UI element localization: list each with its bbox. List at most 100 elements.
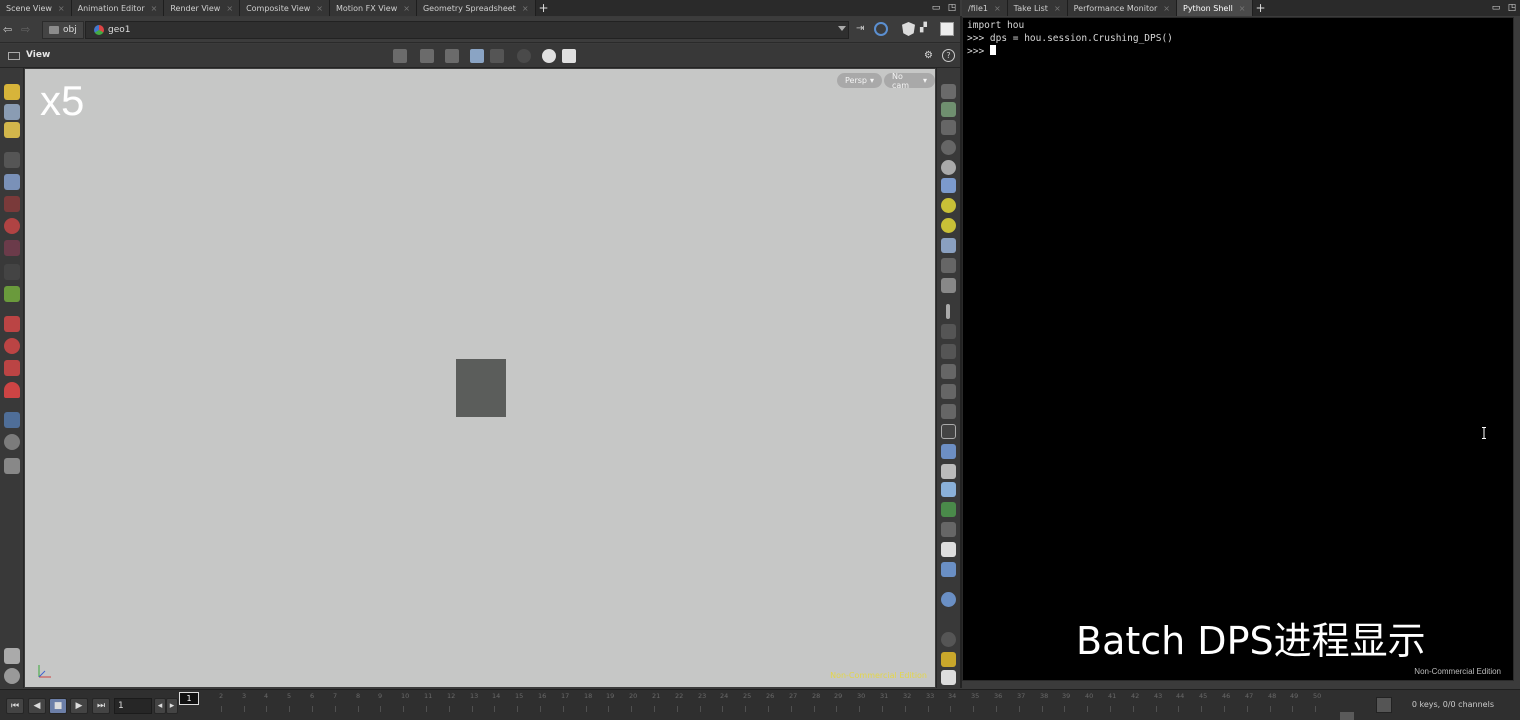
add-tab-icon[interactable]: +: [1253, 0, 1269, 16]
python-shell-console[interactable]: import hou >>> dps = hou.session.Crushin…: [962, 17, 1514, 681]
tab-render-view[interactable]: Render View ×: [164, 0, 241, 16]
help-icon[interactable]: ?: [942, 49, 955, 62]
snap-point-icon[interactable]: [4, 360, 20, 376]
orbit-icon[interactable]: [4, 412, 20, 428]
light-bulb-icon[interactable]: [941, 198, 956, 213]
breadcrumb-geo[interactable]: geo1: [88, 21, 136, 39]
breadcrumb-obj[interactable]: obj: [42, 21, 84, 39]
snapshot-icon[interactable]: [562, 49, 576, 63]
scene-viewport[interactable]: x5 Persp ▾ No cam ▾ Non-Commercial Edition: [25, 69, 935, 687]
camera-menu[interactable]: No cam ▾: [884, 72, 935, 90]
forward-arrow-icon[interactable]: ⇨: [21, 23, 30, 36]
pane-menu-icon[interactable]: ▭: [1488, 0, 1504, 16]
step-forward-icon[interactable]: ▸: [166, 698, 178, 714]
frame-icon[interactable]: [941, 424, 956, 439]
record-icon[interactable]: [517, 49, 531, 63]
split-pane-icon[interactable]: ▞: [920, 23, 927, 33]
lock-icon[interactable]: [941, 120, 956, 135]
pin-icon[interactable]: [941, 140, 956, 155]
chevron-down-icon[interactable]: [838, 26, 846, 31]
close-icon[interactable]: ×: [151, 4, 158, 13]
link-icon[interactable]: [874, 22, 888, 36]
pane-maximize-icon[interactable]: ◳: [1504, 0, 1520, 16]
pin-icon[interactable]: ⇥: [856, 23, 864, 34]
background-icon[interactable]: [941, 562, 956, 577]
close-icon[interactable]: ×: [58, 4, 65, 13]
transform-mode-icon[interactable]: [420, 49, 434, 63]
tab-take-list[interactable]: Take List ×: [1007, 0, 1068, 16]
light-bulb-icon[interactable]: [941, 218, 956, 233]
draw-tool-icon[interactable]: [4, 286, 20, 302]
ghost-icon[interactable]: [941, 102, 956, 117]
snap-prim-icon[interactable]: [4, 338, 20, 354]
select-tool-icon[interactable]: [4, 152, 20, 168]
grid-icon[interactable]: [941, 444, 956, 459]
layout-grid-icon[interactable]: [941, 652, 956, 667]
pan-handle[interactable]: [1340, 712, 1354, 720]
visibility-icon[interactable]: [4, 648, 20, 664]
jump-start-icon[interactable]: ⏮: [6, 698, 24, 714]
handle-tool-icon[interactable]: [4, 84, 20, 100]
back-arrow-icon[interactable]: ⇦: [3, 23, 12, 36]
timeline-ruler[interactable]: 2 3 4 5 6 7 8 9 10 11 12 13 14 15 16 17 18 19 20 21 22 23 24 25…: [180, 692, 1321, 720]
checker-icon[interactable]: [941, 464, 956, 479]
headlight-icon[interactable]: [941, 178, 956, 193]
point-display-icon[interactable]: [941, 258, 956, 273]
shadows-icon[interactable]: [941, 238, 956, 253]
tab-animation-editor[interactable]: Animation Editor ×: [71, 0, 165, 16]
diamond-icon[interactable]: [941, 482, 956, 497]
pane-menu-icon[interactable]: ▭: [928, 0, 944, 16]
dot-icon[interactable]: [946, 304, 950, 319]
vector-icon[interactable]: [941, 344, 956, 359]
tab-composite-view[interactable]: Composite View ×: [240, 0, 330, 16]
frame-field[interactable]: 1: [114, 698, 152, 714]
display-settings-icon[interactable]: ⚙: [924, 50, 933, 61]
close-icon[interactable]: ×: [994, 4, 1001, 13]
tab-python-shell[interactable]: Python Shell ×: [1177, 0, 1253, 16]
select-mode-icon[interactable]: [393, 49, 407, 63]
persp-menu[interactable]: Persp ▾: [837, 73, 883, 88]
eye-icon[interactable]: [941, 84, 956, 99]
close-icon[interactable]: ×: [1163, 4, 1170, 13]
rotate-tool-icon[interactable]: [4, 218, 20, 234]
close-icon[interactable]: ×: [403, 4, 410, 13]
shield-icon[interactable]: [902, 22, 915, 36]
pivot-tool-icon[interactable]: [4, 264, 20, 280]
stop-icon[interactable]: ■: [49, 698, 67, 714]
jump-end-icon[interactable]: ⏭: [92, 698, 110, 714]
current-frame-marker[interactable]: 1: [179, 692, 199, 705]
sphere-icon[interactable]: [941, 160, 956, 175]
pin-icon[interactable]: [941, 592, 956, 607]
close-icon[interactable]: ×: [522, 4, 529, 13]
camera-view-icon[interactable]: [4, 668, 20, 684]
tab-geometry-spreadsheet[interactable]: Geometry Spreadsheet ×: [416, 0, 536, 16]
path-field[interactable]: [85, 21, 849, 39]
texture-icon[interactable]: [941, 502, 956, 517]
close-icon[interactable]: ×: [1239, 4, 1246, 13]
snap-grid-icon[interactable]: [4, 316, 20, 332]
wedge-icon[interactable]: [941, 404, 956, 419]
close-icon[interactable]: ×: [316, 4, 323, 13]
object-icon[interactable]: [941, 542, 956, 557]
viewport-menu-icon[interactable]: [8, 52, 20, 60]
box-geometry[interactable]: [456, 359, 506, 417]
paint-icon[interactable]: [941, 384, 956, 399]
uv-icon[interactable]: [941, 364, 956, 379]
bone-icon[interactable]: [941, 522, 956, 537]
play-icon[interactable]: ▶: [70, 698, 88, 714]
camera-icon[interactable]: [941, 670, 956, 685]
tab-motion-fx-view[interactable]: Motion FX View ×: [330, 0, 417, 16]
lock-icon[interactable]: [4, 174, 20, 190]
normals-icon[interactable]: [941, 278, 956, 293]
scale-tool-icon[interactable]: [4, 240, 20, 256]
edge-icon[interactable]: [941, 324, 956, 339]
close-icon[interactable]: ×: [1054, 4, 1061, 13]
play-reverse-icon[interactable]: ◀: [28, 698, 46, 714]
tab-file1[interactable]: /file1 ×: [962, 0, 1008, 16]
pane-maximize-icon[interactable]: ◳: [944, 0, 960, 16]
pose-tool-icon[interactable]: [4, 104, 20, 120]
camera-icon[interactable]: [542, 49, 556, 63]
info-icon[interactable]: [941, 632, 956, 647]
step-back-icon[interactable]: ◂: [154, 698, 166, 714]
key-icon[interactable]: [1376, 697, 1392, 713]
